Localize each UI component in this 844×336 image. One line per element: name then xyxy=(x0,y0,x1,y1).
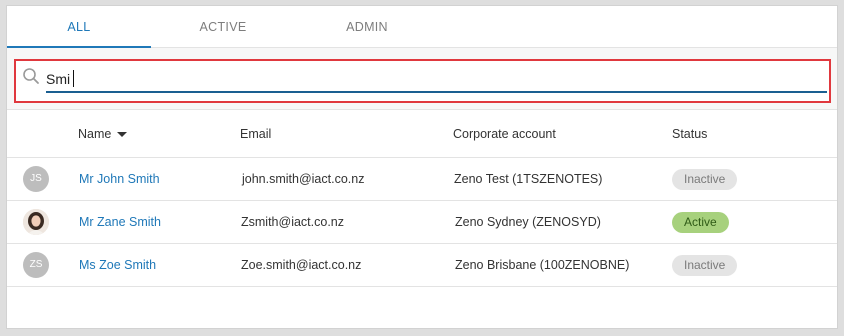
status-badge: Inactive xyxy=(672,169,738,190)
user-name-link[interactable]: Mr Zane Smith xyxy=(79,201,161,244)
text-caret xyxy=(73,70,74,87)
user-name-link[interactable]: Ms Zoe Smith xyxy=(79,244,156,287)
avatar: JS xyxy=(23,166,49,192)
tab-bar: ALL ACTIVE ADMIN xyxy=(7,6,837,48)
search-underline xyxy=(46,91,827,93)
sort-down-icon[interactable] xyxy=(117,132,128,138)
table-row[interactable]: JS Mr John Smith john.smith@iact.co.nz Z… xyxy=(7,158,837,201)
corporate-account: Zeno Test (1TSZENOTES) xyxy=(454,172,603,186)
avatar-photo xyxy=(23,209,49,235)
table-row[interactable]: ZS Ms Zoe Smith Zoe.smith@iact.co.nz Zen… xyxy=(7,244,837,287)
table-row[interactable]: Mr Zane Smith Zsmith@iact.co.nz Zeno Syd… xyxy=(7,201,837,244)
user-email: Zoe.smith@iact.co.nz xyxy=(241,258,362,272)
tab-active[interactable]: ACTIVE xyxy=(151,6,295,48)
search-icon xyxy=(22,67,40,85)
column-name-label: Name xyxy=(78,127,112,141)
column-email[interactable]: Email xyxy=(240,111,271,158)
users-panel: ALL ACTIVE ADMIN Name Email Corporate ac… xyxy=(6,5,838,329)
user-email: Zsmith@iact.co.nz xyxy=(241,215,344,229)
search-input[interactable] xyxy=(46,67,826,91)
user-photo-icon xyxy=(23,209,49,235)
table-header: Name Email Corporate account Status xyxy=(7,111,837,158)
status-badge: Active xyxy=(672,212,729,233)
tab-all[interactable]: ALL xyxy=(7,6,151,48)
tab-admin[interactable]: ADMIN xyxy=(295,6,439,48)
status-badge: Inactive xyxy=(672,255,738,276)
column-corporate-account[interactable]: Corporate account xyxy=(453,111,556,158)
corporate-account: Zeno Sydney (ZENOSYD) xyxy=(455,215,601,229)
user-email: john.smith@iact.co.nz xyxy=(242,172,365,186)
column-name[interactable]: Name xyxy=(78,111,128,158)
user-name-link[interactable]: Mr John Smith xyxy=(79,158,160,201)
search-area xyxy=(7,48,837,110)
column-status[interactable]: Status xyxy=(672,111,707,158)
corporate-account: Zeno Brisbane (100ZENOBNE) xyxy=(455,258,630,272)
search-field[interactable] xyxy=(14,59,831,103)
avatar: ZS xyxy=(23,252,49,278)
